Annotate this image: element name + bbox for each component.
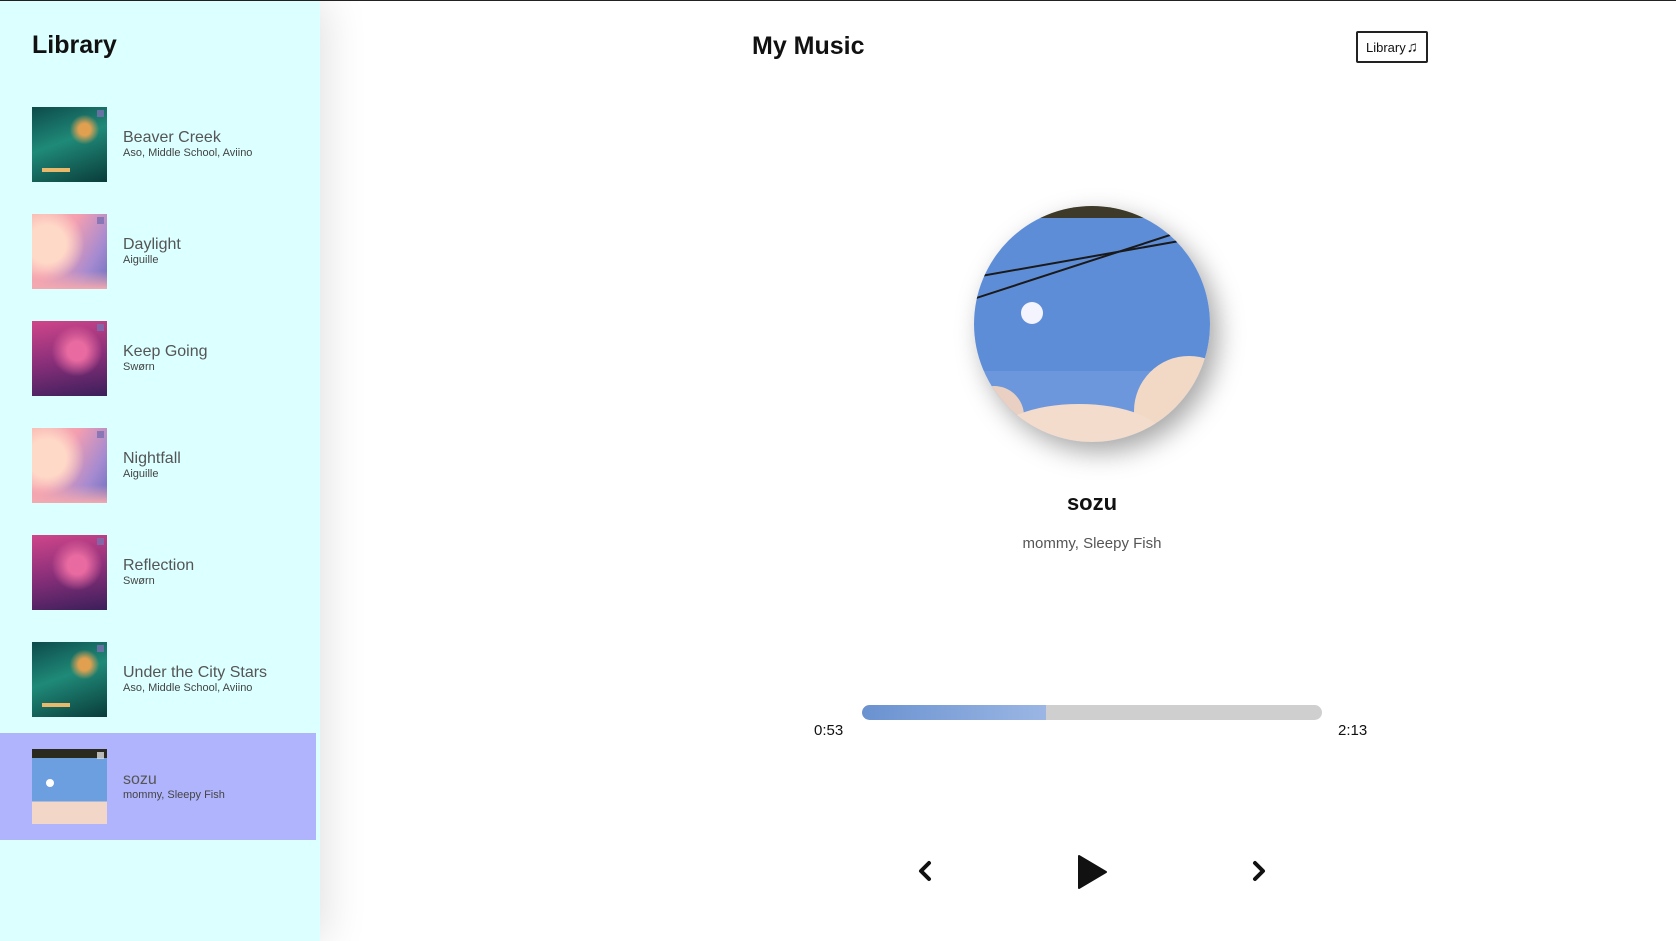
chevron-left-icon xyxy=(919,861,931,881)
song-item[interactable]: Beaver Creek Aso, Middle School, Aviino xyxy=(0,91,316,198)
play-button[interactable] xyxy=(1074,852,1110,892)
song-artist: Aiguille xyxy=(123,468,159,480)
song-title: Daylight xyxy=(123,236,181,253)
album-cover xyxy=(32,749,107,824)
album-cover xyxy=(32,642,107,717)
sidebar-title: Library xyxy=(32,31,117,59)
song-list: Beaver Creek Aso, Middle School, Aviino … xyxy=(0,91,316,840)
previous-button[interactable] xyxy=(910,856,940,886)
song-title: Beaver Creek xyxy=(123,129,221,146)
current-time: 0:53 xyxy=(814,722,844,739)
now-playing-artist: mommy, Sleepy Fish xyxy=(1022,535,1162,552)
now-playing-cover xyxy=(974,206,1210,442)
song-title: Reflection xyxy=(123,557,195,574)
progress-bar[interactable] xyxy=(862,705,1322,720)
library-toggle-button[interactable]: Library ♫ xyxy=(1356,31,1428,63)
song-item[interactable]: Nightfall Aiguille xyxy=(0,412,316,519)
song-artist: Aso, Middle School, Aviino xyxy=(123,147,253,159)
song-item[interactable]: Under the City Stars Aso, Middle School,… xyxy=(0,626,316,733)
library-sidebar: Library Beaver Creek Aso, Middle School,… xyxy=(0,1,320,941)
song-item[interactable]: Daylight Aiguille xyxy=(0,198,316,305)
song-title: sozu xyxy=(123,771,157,788)
song-artist: Swørn xyxy=(123,575,155,587)
progress-fill xyxy=(862,705,1046,720)
album-cover xyxy=(32,107,107,182)
next-button[interactable] xyxy=(1244,856,1274,886)
album-cover xyxy=(32,428,107,503)
library-button-label: Library xyxy=(1366,39,1406,55)
album-cover xyxy=(32,321,107,396)
song-item-active[interactable]: sozu mommy, Sleepy Fish xyxy=(0,733,316,840)
album-cover xyxy=(32,535,107,610)
song-artist: mommy, Sleepy Fish xyxy=(123,789,225,801)
album-cover xyxy=(32,214,107,289)
song-artist: Aso, Middle School, Aviino xyxy=(123,682,253,694)
now-playing-title: sozu xyxy=(1066,490,1118,515)
song-item[interactable]: Reflection Swørn xyxy=(0,519,316,626)
total-time: 2:13 xyxy=(1338,722,1368,739)
song-artist: Swørn xyxy=(123,361,155,373)
song-title: Under the City Stars xyxy=(123,664,268,681)
music-note-icon: ♫ xyxy=(1406,38,1418,56)
song-title: Keep Going xyxy=(123,343,208,360)
play-icon xyxy=(1078,855,1107,889)
page-title: My Music xyxy=(752,32,865,60)
song-artist: Aiguille xyxy=(123,254,159,266)
song-title: Nightfall xyxy=(123,450,181,467)
song-item[interactable]: Keep Going Swørn xyxy=(0,305,316,412)
chevron-right-icon xyxy=(1253,861,1265,881)
